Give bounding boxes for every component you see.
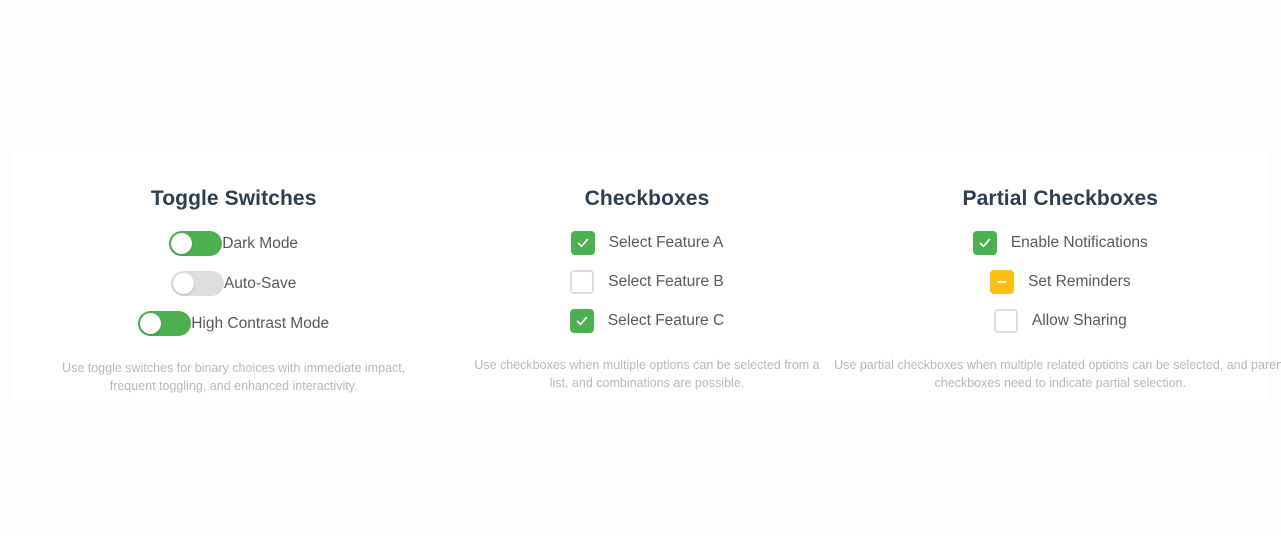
column-toggle-switches: Toggle Switches Dark Mode Auto-Save High… xyxy=(27,150,440,395)
toggle-switch-high-contrast-mode[interactable] xyxy=(138,311,192,336)
toggle-label-high-contrast-mode: High Contrast Mode xyxy=(191,314,330,332)
checkbox-row-select-feature-a[interactable]: Select Feature A xyxy=(570,231,724,255)
toggle-switch-auto-save[interactable] xyxy=(170,271,224,296)
toggle-knob-icon xyxy=(171,233,193,254)
checkbox-row-allow-sharing[interactable]: Allow Sharing xyxy=(993,309,1127,333)
checkbox-list: Select Feature A Select Feature B Select… xyxy=(440,231,853,333)
checkmark-icon xyxy=(573,233,593,253)
checkbox-row-enable-notifications[interactable]: Enable Notifications xyxy=(972,231,1148,255)
column-checkboxes: Checkboxes Select Feature A Select Featu… xyxy=(440,150,853,392)
checkbox-select-feature-c[interactable] xyxy=(569,309,594,333)
empty-checkbox-icon xyxy=(996,311,1016,331)
checkmark-icon xyxy=(572,311,592,331)
partial-checkbox-list: Enable Notifications Set Reminders Allow… xyxy=(854,231,1267,333)
dash-indeterminate-icon xyxy=(992,272,1012,292)
checkbox-select-feature-b[interactable] xyxy=(570,270,595,294)
column-title-toggle-switches: Toggle Switches xyxy=(150,187,317,210)
checkmark-icon xyxy=(975,233,995,253)
checkbox-select-feature-a[interactable] xyxy=(570,231,595,255)
checkbox-label-set-reminders: Set Reminders xyxy=(1028,273,1131,291)
checkbox-enable-notifications[interactable] xyxy=(972,231,997,255)
checkbox-row-select-feature-c[interactable]: Select Feature C xyxy=(569,309,725,333)
column-description-toggle-switches: Use toggle switches for binary choices w… xyxy=(62,361,406,394)
page-top-spacer xyxy=(0,0,1281,150)
checkbox-label-select-feature-b: Select Feature B xyxy=(608,273,724,291)
toggle-switch-list: Dark Mode Auto-Save High Contrast Mode xyxy=(27,231,440,336)
toggle-row-high-contrast-mode[interactable]: High Contrast Mode xyxy=(138,311,329,336)
checkbox-set-reminders[interactable] xyxy=(990,270,1015,294)
checkbox-label-enable-notifications: Enable Notifications xyxy=(1010,234,1148,252)
checkbox-allow-sharing[interactable] xyxy=(993,309,1018,333)
controls-card-inner: Toggle Switches Dark Mode Auto-Save High… xyxy=(27,150,1281,406)
checkbox-label-allow-sharing: Allow Sharing xyxy=(1031,312,1127,330)
column-description-partial-checkboxes: Use partial checkboxes when multiple rel… xyxy=(834,358,1281,391)
toggle-label-auto-save: Auto-Save xyxy=(223,274,297,292)
checkbox-label-select-feature-a: Select Feature A xyxy=(608,234,724,252)
checkbox-row-set-reminders[interactable]: Set Reminders xyxy=(990,270,1131,294)
checkbox-row-select-feature-b[interactable]: Select Feature B xyxy=(570,270,724,294)
column-description-checkboxes: Use checkboxes when multiple options can… xyxy=(474,358,820,391)
toggle-label-dark-mode: Dark Mode xyxy=(222,234,299,252)
checkbox-label-select-feature-c: Select Feature C xyxy=(607,312,725,330)
toggle-knob-icon xyxy=(172,273,194,294)
controls-card: Toggle Switches Dark Mode Auto-Save High… xyxy=(13,150,1281,406)
column-partial-checkboxes: Partial Checkboxes Enable Notifications xyxy=(834,150,1281,392)
toggle-knob-icon xyxy=(140,313,162,334)
toggle-row-auto-save[interactable]: Auto-Save xyxy=(170,271,297,296)
toggle-switch-dark-mode[interactable] xyxy=(169,231,223,256)
toggle-row-dark-mode[interactable]: Dark Mode xyxy=(169,231,298,256)
column-title-checkboxes: Checkboxes xyxy=(584,187,710,210)
empty-checkbox-icon xyxy=(572,272,592,292)
page-root: Toggle Switches Dark Mode Auto-Save High… xyxy=(0,0,1281,536)
column-title-partial-checkboxes: Partial Checkboxes xyxy=(962,187,1159,210)
